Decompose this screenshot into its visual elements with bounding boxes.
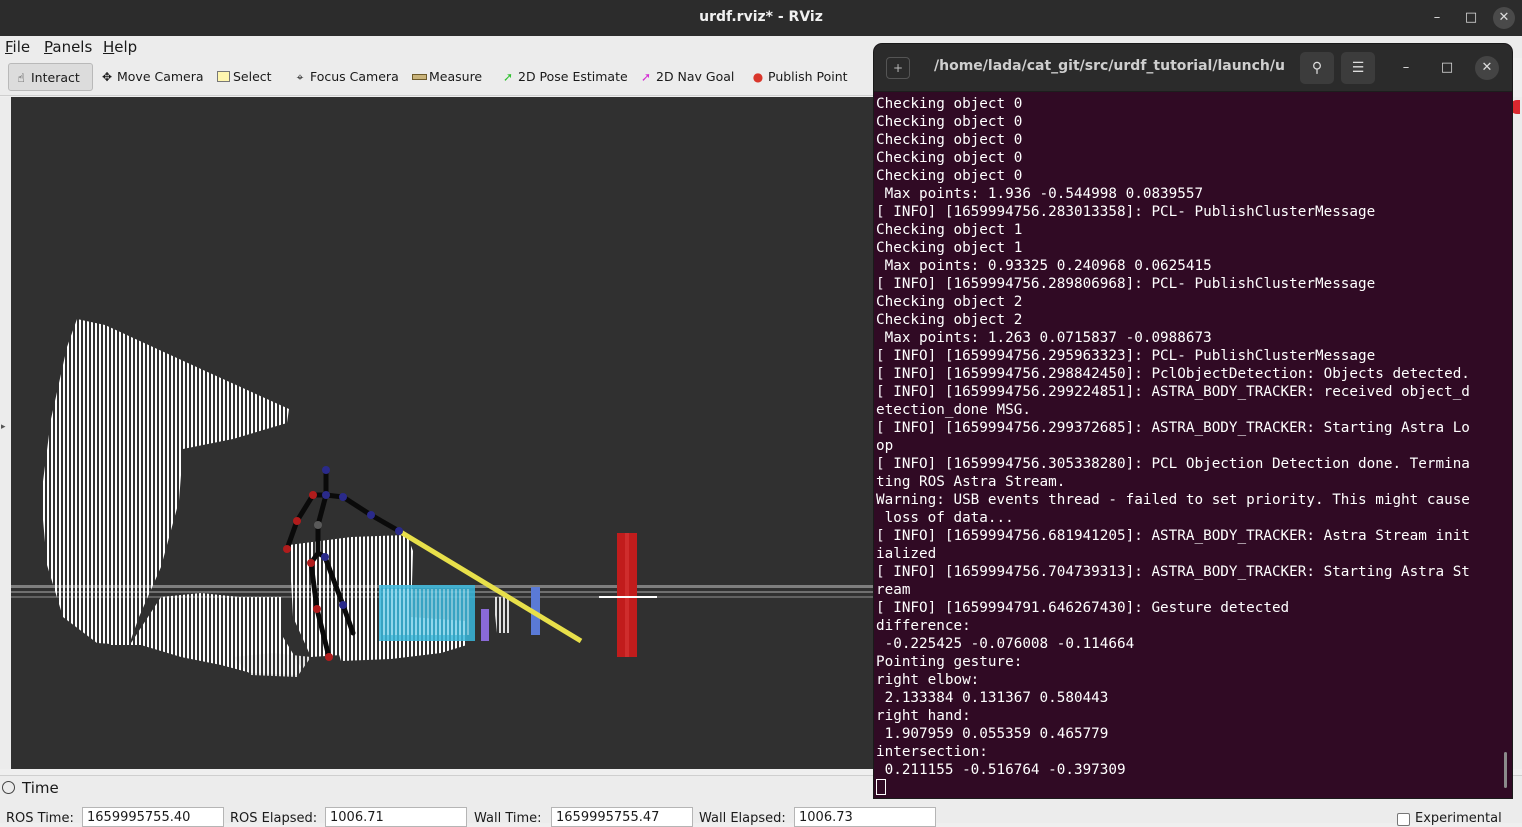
terminal-line: Checking object 1 [876,240,1023,256]
terminal-output[interactable]: Checking object 0 Checking object 0 Checki… [876,95,1500,797]
wall-time-label: Wall Time: [474,811,542,826]
ros-time-label: ROS Time: [6,811,74,826]
map-pin-icon: ● [752,70,764,84]
red-cylinder-marker [599,533,657,657]
terminal-line: [ INFO] [1659994756.305338280]: PCL Obje… [876,456,1470,472]
terminal-scrollbar[interactable] [1504,752,1507,788]
minimize-icon[interactable]: – [1426,7,1448,29]
menu-file[interactable]: File [5,38,30,56]
terminal-line: 2.133384 0.131367 0.580443 [876,690,1109,706]
hamburger-menu-icon[interactable]: ☰ [1341,52,1375,84]
terminal-maximize-icon[interactable]: □ [1435,56,1459,80]
terminal-line: Warning: USB events thread - failed to s… [876,492,1470,508]
wall-elapsed-label: Wall Elapsed: [699,811,786,826]
select-icon [215,63,231,91]
move-camera-tool-button[interactable]: ✥ Move Camera [95,63,204,91]
new-tab-icon[interactable]: + [886,57,910,79]
window-titlebar: urdf.rviz* - RViz – □ ✕ [0,0,1522,36]
wall-elapsed-field[interactable]: 1006.73 [794,807,936,827]
terminal-window[interactable]: + /home/lada/cat_git/src/urdf_tutorial/l… [874,44,1512,798]
terminal-line: Checking object 0 [876,168,1023,184]
terminal-line: [ INFO] [1659994756.283013358]: PCL- Pub… [876,204,1376,220]
select-tool-button[interactable]: Select [211,63,272,91]
terminal-line: 0.211155 -0.516764 -0.397309 [876,762,1126,778]
interact-tool-button[interactable]: ☝ Interact [8,63,93,91]
left-panel-handle[interactable]: ▸ [0,97,11,769]
terminal-line: -0.225425 -0.076008 -0.114664 [876,636,1135,652]
terminal-line: Max points: 1.263 0.0715837 -0.0988673 [876,330,1212,346]
publish-point-tool-button[interactable]: ● Publish Point [746,63,848,91]
terminal-line: loss of data... [876,510,1014,526]
terminal-line: Max points: 0.93325 0.240968 0.0625415 [876,258,1212,274]
terminal-line: intersection: [876,744,988,760]
focus-camera-tool-button[interactable]: ⌖ Focus Camera [288,63,399,91]
terminal-line: [ INFO] [1659994756.299224851]: ASTRA_BO… [876,384,1470,400]
ruler-icon [411,63,427,91]
terminal-line: Checking object 2 [876,312,1023,328]
wall-time-field[interactable]: 1659995755.47 [551,807,693,827]
terminal-line: right hand: [876,708,971,724]
terminal-line: Checking object 1 [876,222,1023,238]
terminal-line: Checking object 0 [876,114,1023,130]
time-panel: ROS Time: 1659995755.40 ROS Elapsed: 100… [0,797,1522,827]
terminal-line: ialized [876,546,937,562]
move-camera-icon: ✥ [101,70,113,84]
terminal-line: difference: [876,618,971,634]
tool-bar: ☝ Interact ✥ Move Camera Select ⌖ Focus Cam… [0,58,875,96]
terminal-line: [ INFO] [1659994791.646267430]: Gesture … [876,600,1290,616]
close-icon[interactable]: ✕ [1493,7,1515,29]
terminal-line: [ INFO] [1659994756.298842450]: PclObjec… [876,366,1470,382]
terminal-line: Max points: 1.936 -0.544998 0.0839557 [876,186,1204,202]
magenta-arrow-icon: ➚ [640,70,652,84]
detected-object-purple [481,609,489,641]
green-arrow-icon: ➚ [502,70,514,84]
terminal-line: op [876,438,894,454]
scene-render [11,319,875,677]
cursor-hand-icon: ☝ [17,71,25,85]
terminal-line: [ INFO] [1659994756.681941205]: ASTRA_BO… [876,528,1470,544]
terminal-line: Pointing gesture: [876,654,1023,670]
terminal-minimize-icon[interactable]: – [1394,56,1418,80]
terminal-line: [ INFO] [1659994756.299372685]: ASTRA_BO… [876,420,1470,436]
terminal-line: ream [876,582,911,598]
expand-arrow-icon: ▸ [1,422,6,432]
ros-time-field[interactable]: 1659995755.40 [82,807,224,827]
terminal-line: Checking object 0 [876,150,1023,166]
terminal-line: right elbow: [876,672,980,688]
terminal-line: [ INFO] [1659994756.295963323]: PCL- Pub… [876,348,1376,364]
experimental-label: Experimental [1415,811,1502,826]
ros-elapsed-field[interactable]: 1006.71 [325,807,467,827]
terminal-line: [ INFO] [1659994756.289806968]: PCL- Pub… [876,276,1376,292]
terminal-line: 1.907959 0.055359 0.465779 [876,726,1109,742]
detected-object-box [379,585,475,641]
nav-goal-tool-button[interactable]: ➚ 2D Nav Goal [634,63,734,91]
search-icon[interactable]: ⚲ [1300,52,1334,84]
ros-elapsed-label: ROS Elapsed: [230,811,318,826]
terminal-title: /home/lada/cat_git/src/urdf_tutorial/lau… [934,58,1284,74]
window-title: urdf.rviz* - RViz [699,9,823,25]
pose-estimate-tool-button[interactable]: ➚ 2D Pose Estimate [496,63,628,91]
measure-tool-button[interactable]: Measure [407,63,482,91]
terminal-line: [ INFO] [1659994756.704739313]: ASTRA_BO… [876,564,1470,580]
terminal-line: Checking object 2 [876,294,1023,310]
experimental-checkbox[interactable] [1397,813,1410,826]
focus-camera-icon: ⌖ [296,70,304,84]
clock-icon [2,781,15,794]
terminal-line: ting ROS Astra Stream. [876,474,1066,490]
menu-help[interactable]: Help [103,38,137,56]
menu-panels[interactable]: Panels [44,38,92,56]
terminal-close-icon[interactable]: ✕ [1475,56,1499,80]
terminal-cursor [876,779,886,795]
terminal-cursor-line [876,779,1500,797]
terminal-header: + /home/lada/cat_git/src/urdf_tutorial/l… [874,44,1512,92]
terminal-line: Checking object 0 [876,96,1023,112]
render-viewport[interactable] [11,97,875,769]
terminal-line: etection_done MSG. [876,402,1031,418]
terminal-line: Checking object 0 [876,132,1023,148]
maximize-icon[interactable]: □ [1460,7,1482,29]
time-panel-title: Time [22,779,59,797]
